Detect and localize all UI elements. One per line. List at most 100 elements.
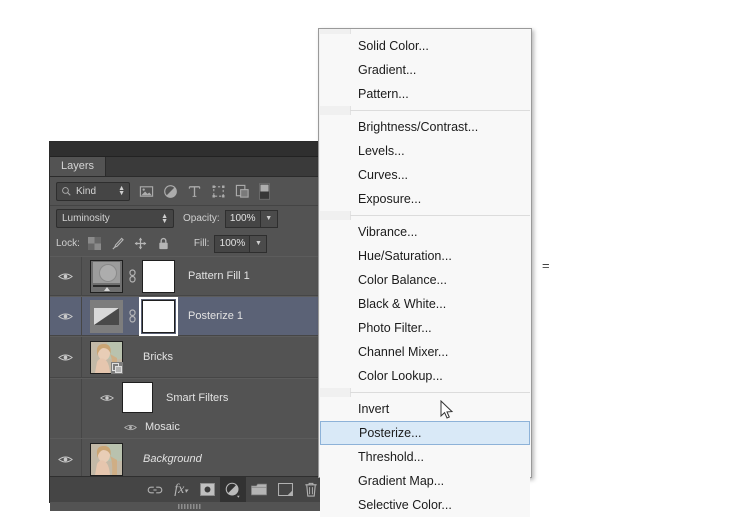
menu-item-color-lookup[interactable]: Color Lookup... (320, 364, 530, 388)
smart-filter-mask-thumbnail[interactable] (122, 382, 153, 413)
layers-panel-footer: fx▾ (50, 476, 332, 502)
type-layer-filter-icon[interactable] (187, 184, 202, 199)
layer-visibility-toggle[interactable] (50, 297, 82, 335)
menu-item-invert[interactable]: Invert (320, 397, 530, 421)
chevron-updown-icon[interactable]: ▲▼ (118, 186, 125, 196)
menu-item-hue-saturation[interactable]: Hue/Saturation... (320, 244, 530, 268)
opacity-value[interactable]: 100% (225, 210, 261, 228)
chevron-updown-icon[interactable]: ▲▼ (161, 214, 168, 224)
adjustment-icon (225, 482, 241, 498)
filter-type-icons (139, 183, 270, 200)
fill-value[interactable]: 100% (214, 235, 250, 253)
filter-kind-select[interactable]: Kind ▲▼ (56, 182, 130, 201)
link-layers-button[interactable] (142, 477, 168, 502)
lock-all-icon[interactable] (157, 237, 170, 250)
layer-thumbnail[interactable] (90, 300, 123, 333)
menu-item-posterize[interactable]: Posterize... (320, 421, 530, 445)
layer-thumbnail[interactable] (90, 443, 123, 476)
layer-mask-thumbnail[interactable] (142, 300, 175, 333)
menu-item-black-and-white[interactable]: Black & White... (320, 292, 530, 316)
newlayer-icon (278, 483, 293, 496)
blend-mode-select[interactable]: Luminosity ▲▼ (56, 209, 174, 228)
new-group-button[interactable] (246, 477, 272, 502)
layer-style-fx-button[interactable]: fx▾ (168, 477, 194, 502)
new-adjustment-layer-menu: Solid Color... Gradient... Pattern... Br… (318, 28, 532, 478)
layer-visibility-toggle[interactable] (50, 337, 82, 377)
layer-visibility-toggle[interactable] (50, 257, 82, 295)
new-adjustment-layer-button[interactable] (220, 477, 246, 502)
smart-filters-spacer (50, 379, 82, 416)
lock-row: Lock: Fill: 100% ▼ (50, 231, 332, 256)
shape-layer-filter-icon[interactable] (211, 184, 226, 199)
fill-dropdown-arrow[interactable]: ▼ (250, 235, 267, 253)
eye-icon (58, 352, 73, 363)
layer-list: Pattern Fill 1 Posterize 1 (50, 256, 332, 480)
eye-icon[interactable] (100, 393, 114, 403)
opacity-label: Opacity: (183, 213, 220, 224)
menu-separator (350, 110, 530, 111)
table-row[interactable]: Background (50, 438, 332, 480)
menu-item-gradient[interactable]: Gradient... (320, 58, 530, 82)
lock-label: Lock: (56, 238, 80, 249)
grip-dots-icon (178, 504, 204, 509)
menu-item-curves[interactable]: Curves... (320, 163, 530, 187)
lock-image-pixels-icon[interactable] (111, 237, 124, 250)
posterize-adjustment-icon (90, 300, 123, 333)
smart-object-filter-icon[interactable] (235, 184, 250, 199)
layer-visibility-toggle[interactable] (50, 439, 82, 479)
lock-buttons (88, 237, 170, 250)
menu-item-pattern[interactable]: Pattern... (320, 82, 530, 106)
panel-tab-strip: Layers (50, 157, 332, 177)
menu-separator (350, 215, 530, 216)
layer-name: Background (143, 453, 202, 465)
table-row[interactable]: Mosaic (50, 416, 332, 438)
eye-icon (58, 454, 73, 465)
menu-item-gradient-map[interactable]: Gradient Map... (320, 469, 530, 493)
layer-thumbnail[interactable] (90, 260, 123, 293)
menu-item-photo-filter[interactable]: Photo Filter... (320, 316, 530, 340)
mask-icon (200, 483, 215, 496)
layer-mask-thumbnail[interactable] (142, 260, 175, 293)
lock-transparent-pixels-icon[interactable] (88, 237, 101, 250)
filter-toggle-switch[interactable] (259, 183, 270, 200)
eye-icon[interactable] (124, 423, 137, 432)
menu-item-threshold[interactable]: Threshold... (320, 445, 530, 469)
menu-item-solid-color[interactable]: Solid Color... (320, 34, 530, 58)
filter-kind-label: Kind (76, 186, 114, 197)
new-layer-button[interactable] (272, 477, 298, 502)
portrait-thumbnail-image (91, 444, 122, 475)
add-layer-mask-button[interactable] (194, 477, 220, 502)
link-icon (147, 485, 163, 495)
fx-icon: fx▾ (174, 482, 188, 498)
layer-name: Pattern Fill 1 (188, 270, 250, 282)
table-row[interactable]: Posterize 1 (50, 296, 332, 336)
pixel-layer-filter-icon[interactable] (139, 184, 154, 199)
layer-thumbnail[interactable] (90, 341, 123, 374)
eye-icon (58, 311, 73, 322)
menu-item-levels[interactable]: Levels... (320, 139, 530, 163)
menu-item-exposure[interactable]: Exposure... (320, 187, 530, 211)
layer-name: Smart Filters (166, 392, 228, 404)
mosaic-spacer (50, 416, 82, 438)
menu-item-channel-mixer[interactable]: Channel Mixer... (320, 340, 530, 364)
menu-item-vibrance[interactable]: Vibrance... (320, 220, 530, 244)
lock-position-icon[interactable] (134, 237, 147, 250)
tab-layers[interactable]: Layers (50, 157, 106, 176)
link-mask-icon[interactable] (127, 269, 138, 283)
adjustment-layer-filter-icon[interactable] (163, 184, 178, 199)
trash-icon (304, 482, 318, 497)
fill-label: Fill: (194, 238, 210, 249)
folder-icon (251, 483, 267, 496)
table-row[interactable]: Pattern Fill 1 (50, 256, 332, 296)
link-mask-icon[interactable] (127, 309, 138, 323)
blend-mode-value: Luminosity (62, 213, 161, 224)
panel-resize-grip[interactable] (50, 502, 332, 511)
table-row[interactable]: Bricks (50, 336, 332, 378)
menu-item-selective-color[interactable]: Selective Color... (320, 493, 530, 517)
panel-title-bar[interactable] (50, 142, 332, 157)
menu-item-color-balance[interactable]: Color Balance... (320, 268, 530, 292)
table-row[interactable]: Smart Filters (50, 378, 332, 416)
menu-item-brightness-contrast[interactable]: Brightness/Contrast... (320, 115, 530, 139)
opacity-dropdown-arrow[interactable]: ▼ (261, 210, 278, 228)
menu-items-container: Solid Color... Gradient... Pattern... Br… (319, 29, 531, 522)
